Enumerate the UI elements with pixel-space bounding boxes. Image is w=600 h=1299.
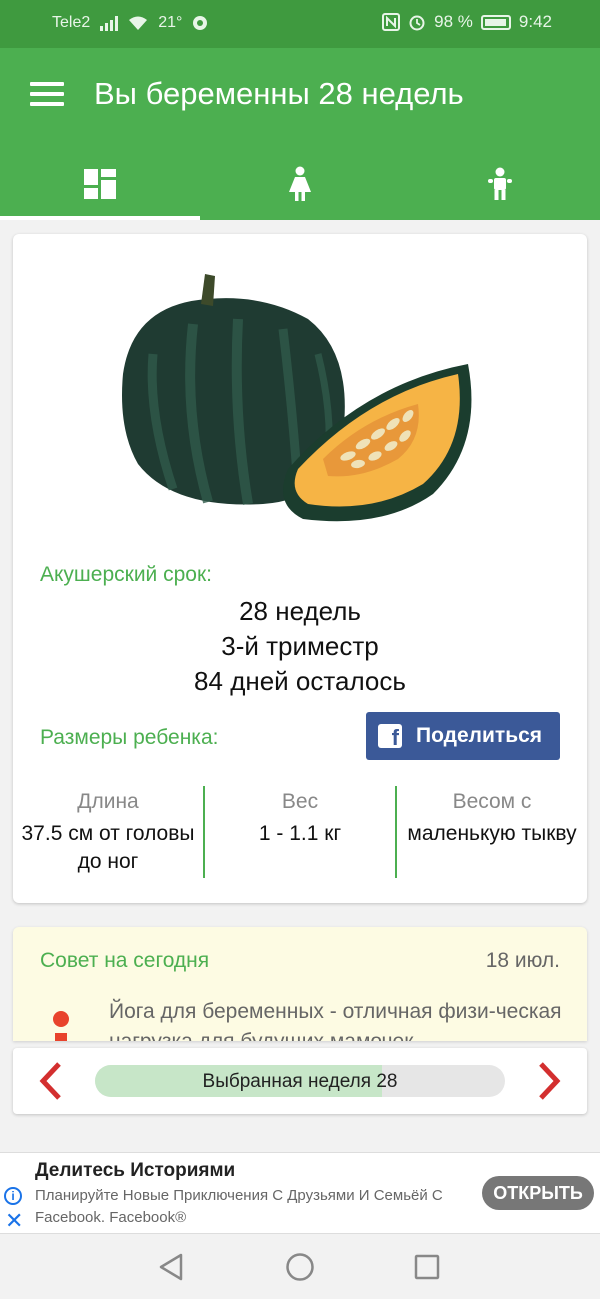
ad-brand: Facebook® [109, 1209, 187, 1226]
nfc-icon [382, 13, 401, 31]
ad-text: Планируйте Новые Приключения С Друзьями … [35, 1187, 443, 1226]
system-nav-bar [0, 1236, 600, 1299]
battery-icon [480, 14, 511, 30]
stat-length: Длина 37.5 см от головы до ног [13, 786, 203, 878]
temperature: 21° [158, 14, 183, 31]
tab-dashboard[interactable] [0, 148, 200, 220]
stat-comparison: Весом с маленькую тыкву [395, 786, 587, 878]
page-title: Вы беременны 28 недель [94, 76, 464, 111]
stat-header: Длина [77, 790, 139, 813]
tab-baby[interactable] [400, 148, 600, 220]
facebook-icon: f [378, 724, 402, 750]
prev-week-arrow-icon[interactable] [31, 1060, 71, 1102]
ad-close-icon[interactable]: ✕ [5, 1210, 23, 1232]
stat-weight: Вес 1 - 1.1 кг [203, 786, 395, 878]
tip-date: 18 июл. [485, 949, 560, 972]
app-bar: Вы беременны 28 недель [0, 48, 600, 220]
selected-week-label: Выбранная неделя 28 [202, 1071, 398, 1092]
week-progress-bar[interactable]: Выбранная неделя 28 [95, 1065, 505, 1097]
info-icon [51, 1011, 71, 1041]
carrier-name: Tele2 [52, 14, 91, 31]
week-selector: Выбранная неделя 28 [13, 1048, 587, 1114]
alarm-icon [409, 15, 425, 31]
chrome-icon [193, 16, 208, 30]
stat-value: 1 - 1.1 кг [258, 822, 342, 845]
baby-stats: Длина 37.5 см от головы до ног Вес 1 - 1… [13, 786, 587, 878]
ad-title: Делитесь Историями [35, 1160, 236, 1181]
stat-header: Вес [281, 790, 319, 813]
baby-icon [488, 167, 512, 200]
trimester: 3-й триместр [221, 631, 379, 661]
battery-percent: 98 % [434, 12, 473, 31]
clock: 9:42 [518, 12, 552, 31]
tip-text: Йога для беременных - отличная физи-ческ… [109, 1000, 562, 1041]
weeks-count: 28 недель [239, 596, 361, 626]
ad-open-button[interactable]: ОТКРЫТЬ [482, 1176, 594, 1210]
obstetric-term-label: Акушерский срок: [40, 563, 212, 586]
home-icon[interactable] [285, 1252, 315, 1282]
wifi-icon [129, 16, 148, 30]
ad-banner[interactable]: i ✕ Делитесь Историями Планируйте Новые … [0, 1152, 600, 1234]
acorn-squash-image [122, 274, 472, 522]
dashboard-icon [84, 169, 116, 199]
menu-icon[interactable] [30, 82, 64, 108]
ad-info-icon[interactable]: i [4, 1187, 22, 1205]
tab-mother[interactable] [200, 148, 400, 220]
next-week-arrow-icon[interactable] [529, 1060, 569, 1102]
share-label: Поделиться [416, 724, 543, 747]
days-left: 84 дней осталось [194, 666, 406, 696]
recents-icon[interactable] [414, 1254, 440, 1280]
stat-header: Весом с [452, 790, 532, 813]
stat-value: маленькую тыкву [407, 822, 577, 845]
week-info-card: Акушерский срок: 28 недель 3-й триместр … [13, 234, 587, 903]
signal-icon [100, 15, 119, 31]
daily-tip-card[interactable]: Совет на сегодня 18 июл. Йога для береме… [13, 927, 587, 1041]
stat-value: 37.5 см от головы до ног [21, 822, 195, 873]
baby-sizes-label: Размеры ребенка: [40, 726, 219, 749]
status-bar: Tele2 21° 98 % 9:42 [0, 0, 600, 48]
tip-title: Совет на сегодня [40, 949, 210, 972]
tab-bar [0, 148, 600, 220]
back-icon[interactable] [157, 1252, 185, 1282]
facebook-share-button[interactable]: f Поделиться [366, 712, 560, 760]
woman-icon [289, 166, 311, 201]
